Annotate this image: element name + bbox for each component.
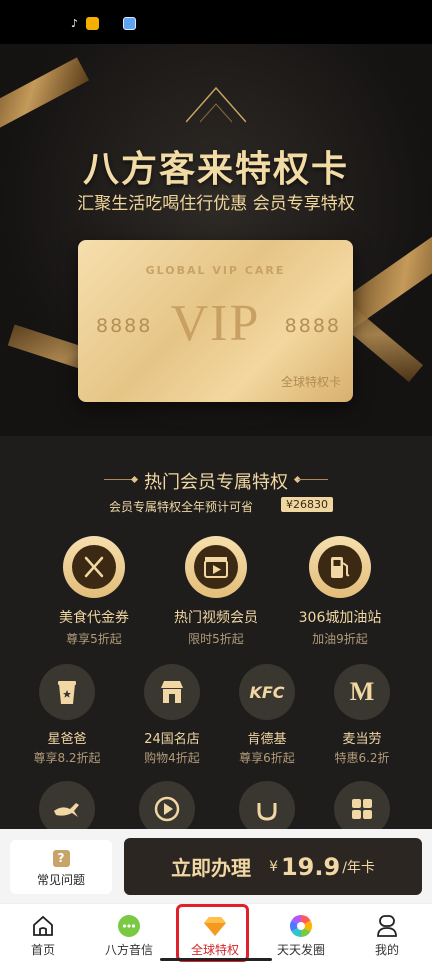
tab-home[interactable]: 首页 <box>0 904 86 964</box>
tab-moments[interactable]: 天天发圈 <box>258 904 344 964</box>
brand-starbucks[interactable]: 星爸爸 尊享8.2折起 <box>26 664 108 766</box>
currency-symbol: ¥ <box>269 858 278 875</box>
divider-line <box>298 479 328 480</box>
card-label: 全球特权卡 <box>280 375 341 389</box>
benefit-icon-circle <box>309 536 371 598</box>
benefit-name: 热门视频会员 <box>174 610 258 626</box>
faq-button[interactable]: ? 常见问题 <box>10 840 112 894</box>
gold-ribbon <box>0 57 90 137</box>
home-icon <box>31 914 55 938</box>
card-number-right: 8888 <box>284 315 341 337</box>
status-bar: ♪ <box>0 0 432 44</box>
profile-icon <box>375 914 399 938</box>
kangaroo-icon[interactable] <box>39 781 95 829</box>
benefit-icon-circle <box>63 536 125 598</box>
gas-pump-icon <box>318 545 362 589</box>
hero-banner: 八方客来特权卡 汇聚生活吃喝住行优惠 会员专享特权 GLOBAL VIP CAR… <box>0 44 432 436</box>
brand-mcdonalds[interactable]: M 麦当劳 特惠6.2折 <box>321 664 403 766</box>
grid-icon[interactable] <box>334 781 390 829</box>
aperture-icon <box>289 914 313 938</box>
benefit-video-vip[interactable]: 热门视频会员 限时5折起 <box>161 536 271 647</box>
benefit-desc: 尊享5折起 <box>66 632 122 646</box>
kfc-logo-text: KFC <box>249 682 285 702</box>
brand-desc: 尊享8.2折起 <box>33 751 101 765</box>
price-unit: /年卡 <box>342 859 375 876</box>
home-indicator <box>160 958 272 961</box>
tab-profile[interactable]: 我的 <box>344 904 430 964</box>
brand-name: 麦当劳 <box>342 732 382 747</box>
tab-messages[interactable]: 八方音信 <box>86 904 172 964</box>
brand-name: 肯德基 <box>247 732 287 747</box>
store-icon <box>144 664 200 720</box>
brand-global-stores[interactable]: 24国名店 购物4折起 <box>131 664 213 766</box>
tab-label: 八方音信 <box>104 943 153 957</box>
purchase-bar: ? 常见问题 立即办理 ¥ 19.9 /年卡 <box>0 829 432 903</box>
tab-label: 我的 <box>374 943 399 957</box>
cutlery-icon <box>72 545 116 589</box>
question-icon: ? <box>52 850 70 867</box>
brand-name: 24国名店 <box>144 732 200 747</box>
savings-note: 会员专属特权全年预计可省 <box>109 500 254 514</box>
mcdonalds-logo-text: M <box>349 677 375 706</box>
weibo-icon <box>86 17 99 30</box>
brand-name: 星爸爸 <box>47 732 87 747</box>
play-icon[interactable] <box>139 781 195 829</box>
benefit-gas-station[interactable]: 306城加油站 加油9折起 <box>294 536 386 647</box>
section-title: 热门会员专属特权 <box>144 472 288 493</box>
app-icon <box>123 17 136 30</box>
tiktok-icon: ♪ <box>68 17 81 30</box>
mountain-peak-decoration <box>186 86 246 123</box>
apply-now-label: 立即办理 <box>171 856 252 880</box>
savings-badge: ¥26830 <box>281 497 333 512</box>
coffee-cup-icon <box>39 664 95 720</box>
benefit-desc: 限时5折起 <box>188 632 244 646</box>
hero-title: 八方客来特权卡 <box>82 149 349 190</box>
benefit-name: 美食代金券 <box>59 610 129 626</box>
benefits-section: 热门会员专属特权 会员专属特权全年预计可省 ¥26830 美食代金券 尊享5折起 <box>0 436 432 829</box>
hero-subtitle: 汇聚生活吃喝住行优惠 会员专享特权 <box>77 194 355 214</box>
card-brand-text: GLOBAL VIP CARE <box>145 264 286 277</box>
chat-icon <box>117 914 141 938</box>
tab-label: 天天发圈 <box>276 943 325 957</box>
apply-now-button[interactable]: 立即办理 ¥ 19.9 /年卡 <box>124 838 422 895</box>
tab-label: 首页 <box>30 943 55 957</box>
benefit-name: 306城加油站 <box>298 610 382 626</box>
brand-desc: 尊享6折起 <box>239 751 295 765</box>
kfc-logo: KFC <box>239 664 295 720</box>
benefit-desc: 加油9折起 <box>312 632 368 646</box>
brand-desc: 特惠6.2折 <box>334 751 390 765</box>
vip-card[interactable]: GLOBAL VIP CARE 8888 VIP 8888 全球特权卡 <box>78 240 353 402</box>
brand-kfc[interactable]: KFC 肯德基 尊享6折起 <box>226 664 308 766</box>
more-brands-row <box>0 781 432 829</box>
faq-label: 常见问题 <box>36 873 85 887</box>
benefit-food-voucher[interactable]: 美食代金券 尊享5折起 <box>53 536 135 647</box>
price: 19.9 <box>280 852 341 881</box>
video-icon <box>194 545 238 589</box>
mcdonalds-logo: M <box>334 664 390 720</box>
active-tab-highlight <box>176 904 249 962</box>
benefit-icon-circle <box>185 536 247 598</box>
didi-icon[interactable] <box>239 781 295 829</box>
brand-desc: 购物4折起 <box>144 751 200 765</box>
